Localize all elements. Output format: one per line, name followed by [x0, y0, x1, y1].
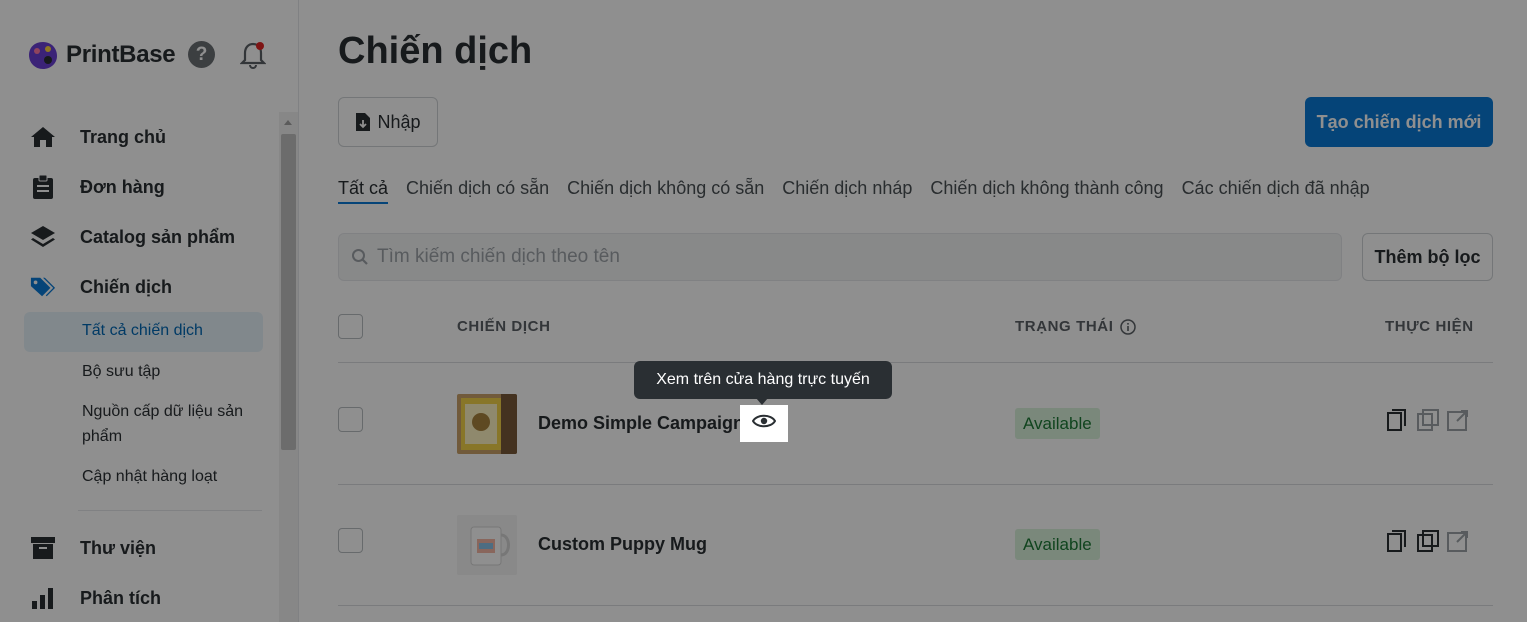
campaign-name[interactable]: Demo Simple Campaign: [538, 413, 744, 434]
help-icon[interactable]: ?: [188, 41, 215, 68]
column-header-status-label: TRẠNG THÁI: [1015, 318, 1114, 335]
row-checkbox[interactable]: [338, 528, 363, 553]
status-badge: Available: [1015, 408, 1100, 439]
campaign-thumbnail[interactable]: [457, 515, 517, 575]
search-input[interactable]: [377, 246, 1277, 268]
search-box: [338, 233, 1342, 281]
sidebar-item-orders[interactable]: Đơn hàng: [30, 172, 165, 202]
tab-all[interactable]: Tất cả: [338, 178, 389, 204]
column-header-status: TRẠNG THÁI: [1015, 318, 1136, 335]
scrollbar-thumb[interactable]: [281, 134, 296, 450]
clipboard-icon: [30, 174, 56, 200]
eye-icon: [751, 413, 777, 434]
row-checkbox[interactable]: [338, 407, 363, 432]
sidebar-subitem-all-campaigns[interactable]: Tất cả chiến dịch: [24, 312, 263, 352]
column-header-actions: THỰC HIỆN: [1385, 318, 1474, 335]
page-title: Chiến dịch: [338, 30, 533, 72]
sidebar-item-home[interactable]: Trang chủ: [30, 122, 166, 152]
tooltip: Xem trên cửa hàng trực tuyến: [634, 361, 892, 399]
sidebar-item-label: Phân tích: [80, 587, 162, 608]
row-divider: [338, 605, 1493, 606]
tab-draft[interactable]: Chiến dịch nháp: [782, 178, 912, 204]
tab-imported[interactable]: Các chiến dịch đã nhập: [1182, 178, 1370, 204]
info-icon[interactable]: [1119, 318, 1136, 335]
campaign-name[interactable]: Custom Puppy Mug: [538, 534, 707, 555]
bar-chart-icon: [30, 585, 56, 611]
sidebar-subitem-label: Tất cả chiến dịch: [82, 322, 203, 339]
tag-icon: [30, 274, 56, 300]
sidebar-subitem-product-feeds[interactable]: Nguồn cấp dữ liệu sản phẩm: [82, 399, 262, 449]
column-header-campaign: CHIẾN DỊCH: [457, 318, 551, 335]
select-all-checkbox[interactable]: [338, 314, 363, 339]
sidebar-subitem-bulk-update[interactable]: Cập nhật hàng loạt: [82, 464, 262, 489]
duplicate-icon[interactable]: [1387, 409, 1409, 431]
row-divider: [338, 484, 1493, 485]
brand-name: PrintBase: [66, 41, 176, 68]
sidebar-scrollbar[interactable]: [279, 112, 298, 622]
sidebar-item-catalog[interactable]: Catalog sản phẩm: [30, 222, 235, 252]
create-campaign-button[interactable]: Tạo chiến dịch mới: [1305, 97, 1493, 147]
home-icon: [30, 124, 56, 150]
sidebar-item-library[interactable]: Thư viện: [30, 533, 156, 563]
file-import-icon: [355, 112, 371, 132]
external-link-icon[interactable]: [1447, 530, 1469, 552]
duplicate-icon[interactable]: [1387, 530, 1409, 552]
tab-available[interactable]: Chiến dịch có sẵn: [406, 178, 549, 204]
campaign-tabs: Tất cả Chiến dịch có sẵn Chiến dịch khôn…: [338, 178, 1388, 204]
sidebar-subitem-collections[interactable]: Bộ sưu tập: [82, 359, 262, 384]
import-button-label: Nhập: [377, 111, 421, 132]
copy-to-store-icon[interactable]: [1417, 409, 1439, 431]
sidebar: PrintBase ? Trang chủ Đơn hàng Catalog s…: [0, 0, 299, 622]
external-link-icon[interactable]: [1447, 409, 1469, 431]
archive-icon: [30, 535, 56, 561]
sidebar-item-analytics[interactable]: Phân tích: [30, 583, 161, 613]
import-button[interactable]: Nhập: [338, 97, 438, 147]
sidebar-item-label: Trang chủ: [80, 126, 167, 147]
brand[interactable]: PrintBase: [28, 38, 176, 72]
search-icon: [351, 248, 369, 266]
bell-icon[interactable]: [239, 40, 267, 70]
view-on-storefront-button[interactable]: [740, 405, 788, 442]
tab-unavailable[interactable]: Chiến dịch không có sẵn: [567, 178, 764, 204]
campaign-thumbnail[interactable]: [457, 394, 517, 454]
printbase-logo-icon: [28, 40, 58, 70]
scroll-up-arrow-icon[interactable]: [284, 120, 292, 125]
copy-to-store-icon[interactable]: [1417, 530, 1439, 552]
sidebar-item-campaigns[interactable]: Chiến dịch: [30, 272, 172, 302]
status-badge: Available: [1015, 529, 1100, 560]
sidebar-item-label: Catalog sản phẩm: [80, 226, 236, 247]
layers-icon: [30, 224, 56, 250]
tooltip-arrow: [756, 398, 768, 405]
nav-divider: [78, 510, 262, 511]
table-header-divider: [338, 362, 1493, 363]
tab-failed[interactable]: Chiến dịch không thành công: [930, 178, 1163, 204]
sidebar-item-label: Thư viện: [80, 537, 157, 558]
sidebar-item-label: Chiến dịch: [80, 276, 173, 297]
sidebar-item-label: Đơn hàng: [80, 176, 165, 197]
add-filter-button[interactable]: Thêm bộ lọc: [1362, 233, 1493, 281]
